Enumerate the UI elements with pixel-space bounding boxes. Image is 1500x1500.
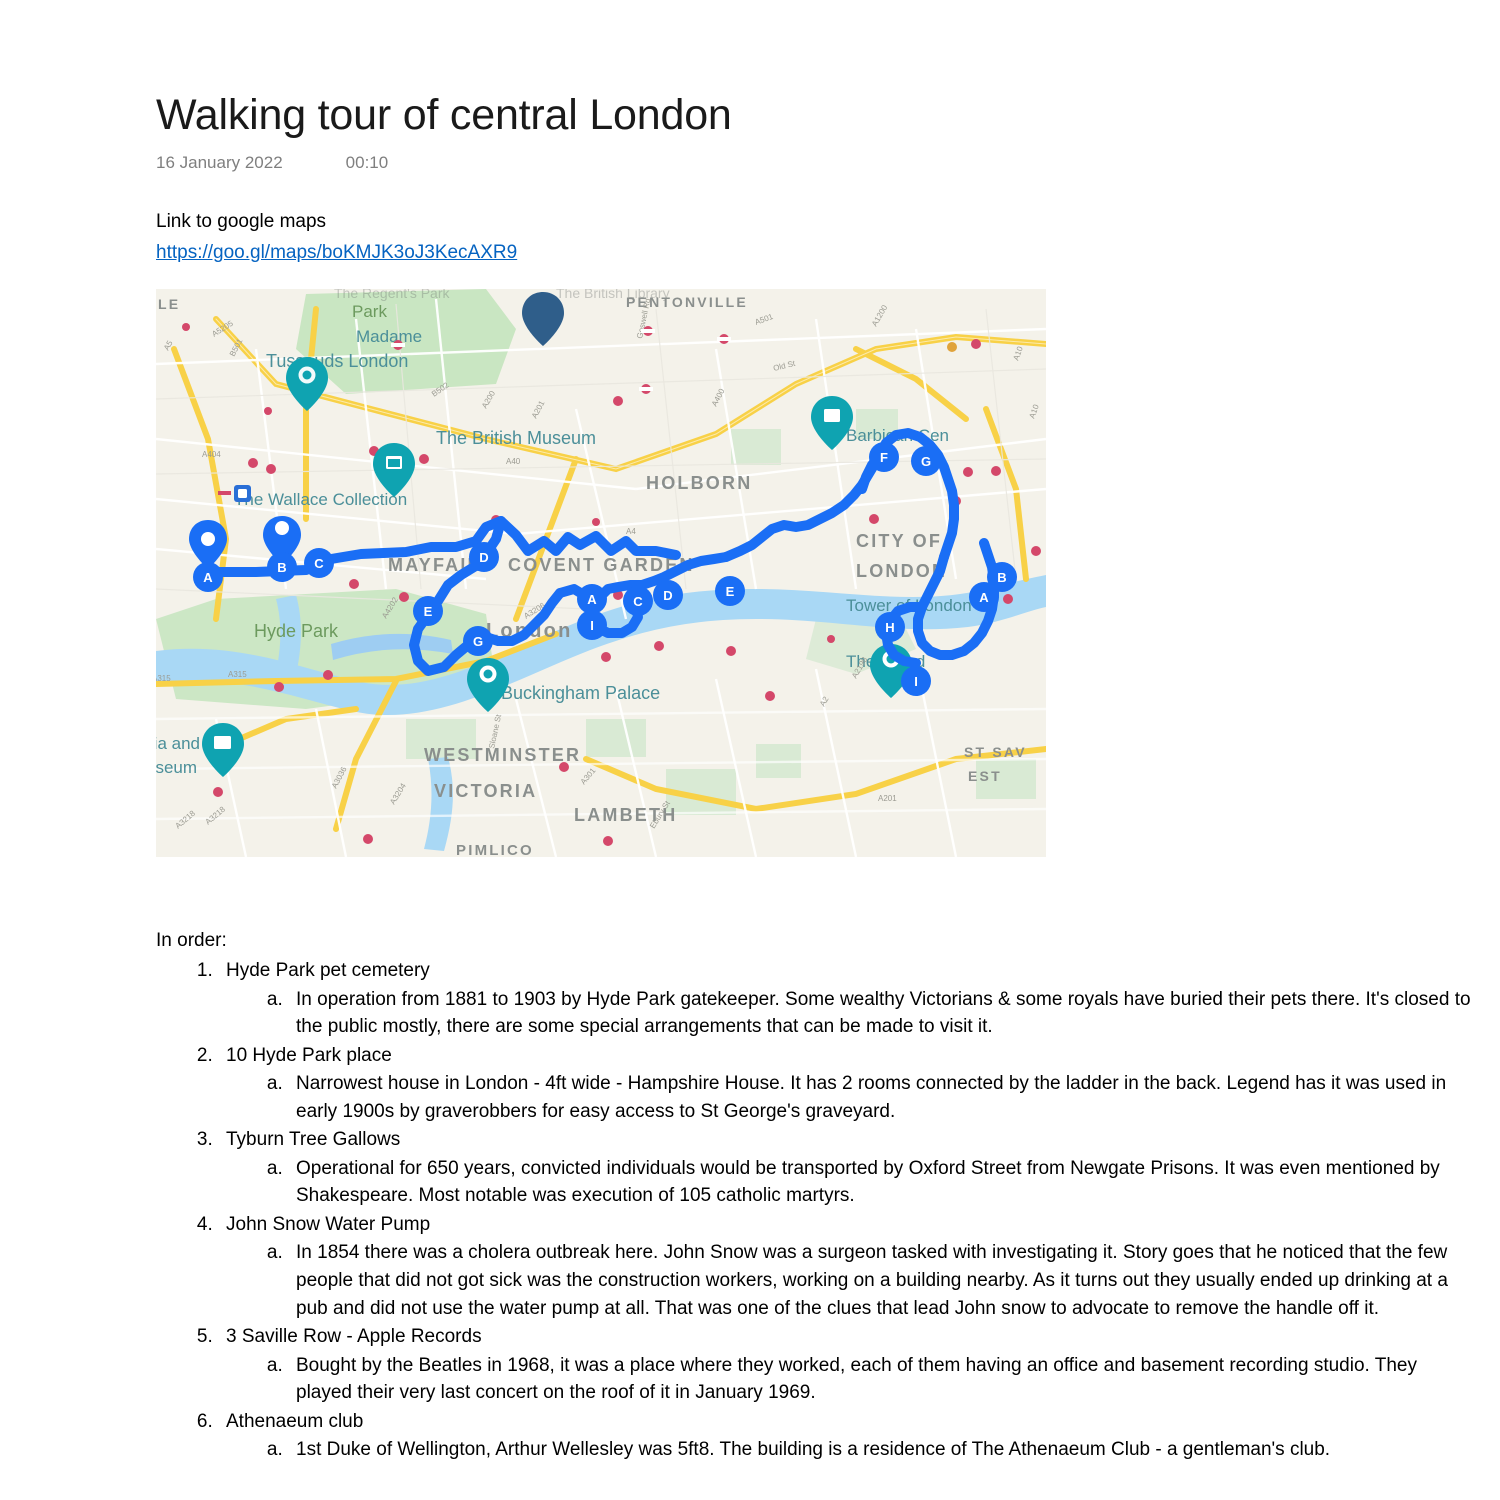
svg-text:Hyde Park: Hyde Park [254,621,339,641]
svg-text:useum: useum [156,758,197,777]
svg-text:E: E [726,584,735,599]
svg-text:CITY OF: CITY OF [856,531,942,551]
map-canvas: .lbl{font-family:"Liberation Sans",sans-… [156,289,1046,858]
svg-text:A: A [203,570,213,585]
svg-text:A404: A404 [202,450,221,459]
sub-list-item-text: Bought by the Beatles in 1968, it was a … [296,1354,1417,1404]
svg-text:A: A [587,592,597,607]
list-item-title: John Snow Water Pump [226,1213,431,1235]
sub-list-item: Bought by the Beatles in 1968, it was a … [288,1352,1476,1407]
svg-text:ria and: ria and [156,734,200,753]
svg-text:A315: A315 [156,674,171,683]
tour-list: Hyde Park pet cemetery In operation from… [156,957,1476,1464]
svg-text:H: H [885,620,894,635]
svg-text:I: I [590,618,594,633]
document-time: 00:10 [345,153,389,173]
map-image[interactable]: .lbl{font-family:"Liberation Sans",sans-… [156,289,1046,858]
svg-text:Buckingham Palace: Buckingham Palace [501,683,660,703]
svg-text:A4: A4 [626,527,636,536]
sub-list: Operational for 650 years, convicted ind… [226,1155,1476,1210]
document-page: Walking tour of central London 16 Januar… [0,0,1500,1500]
list-item: Tyburn Tree Gallows Operational for 650 … [218,1126,1476,1210]
sub-list-item: In operation from 1881 to 1903 by Hyde P… [288,986,1476,1041]
svg-text:EST: EST [968,768,1002,784]
svg-text:B: B [997,570,1006,585]
link-label: Link to google maps [156,211,327,233]
list-item: Athenaeum club 1st Duke of Wellington, A… [218,1408,1476,1464]
svg-text:A201: A201 [878,794,897,803]
list-item-title: Tyburn Tree Gallows [226,1129,401,1151]
sub-list: In 1854 there was a cholera outbreak her… [226,1239,1476,1322]
list-item: Hyde Park pet cemetery In operation from… [218,957,1476,1041]
svg-text:Tussauds London: Tussauds London [266,351,408,371]
sub-list: 1st Duke of Wellington, Arthur Wellesley… [226,1436,1476,1464]
svg-text:D: D [479,550,488,565]
svg-text:D: D [663,588,672,603]
svg-text:F: F [880,450,888,465]
list-item-title: 10 Hyde Park place [226,1044,392,1066]
svg-text:E: E [424,604,433,619]
svg-text:PIMLICO: PIMLICO [456,842,534,857]
svg-text:VICTORIA: VICTORIA [434,781,537,801]
sub-list-item-text: Operational for 650 years, convicted ind… [296,1157,1440,1207]
svg-text:C: C [633,594,643,609]
list-item-title: Athenaeum club [226,1410,364,1432]
list-item-title: Hyde Park pet cemetery [226,959,430,981]
sub-list: Narrowest house in London - 4ft wide - H… [226,1070,1476,1125]
sub-list-item: Narrowest house in London - 4ft wide - H… [288,1070,1476,1125]
svg-text:G: G [921,454,931,469]
sub-list: Bought by the Beatles in 1968, it was a … [226,1352,1476,1407]
list-intro: In order: [156,930,227,952]
sub-list: In operation from 1881 to 1903 by Hyde P… [226,986,1476,1041]
list-item-title: 3 Saville Row - Apple Records [226,1326,482,1348]
svg-text:Park: Park [352,302,387,321]
sub-list-item: 1st Duke of Wellington, Arthur Wellesley… [288,1436,1476,1464]
svg-text:G: G [473,634,483,649]
document-meta: 16 January 2022 00:10 [156,153,1476,173]
page-title: Walking tour of central London [156,91,732,139]
list-item: 10 Hyde Park place Narrowest house in Lo… [218,1042,1476,1126]
sub-list-item: In 1854 there was a cholera outbreak her… [288,1239,1476,1322]
list-item: 3 Saville Row - Apple Records Bought by … [218,1323,1476,1407]
svg-text:B: B [277,560,286,575]
document-date: 16 January 2022 [156,153,283,173]
svg-text:A315: A315 [228,670,247,679]
svg-text:HOLBORN: HOLBORN [646,473,752,493]
document-content: Walking tour of central London 16 Januar… [156,0,1476,1464]
svg-text:ST SAV: ST SAV [964,744,1027,760]
svg-text:The Wallace Collection: The Wallace Collection [234,490,407,509]
svg-text:I: I [914,674,918,689]
sub-list-item: Operational for 650 years, convicted ind… [288,1155,1476,1210]
svg-text:LE: LE [158,296,180,312]
svg-text:The British Museum: The British Museum [436,428,596,448]
svg-text:The Regent's Park: The Regent's Park [334,289,451,301]
svg-text:Madame: Madame [356,327,422,346]
list-item: John Snow Water Pump In 1854 there was a… [218,1211,1476,1322]
sub-list-item-text: In 1854 there was a cholera outbreak her… [296,1242,1448,1319]
sub-list-item-text: Narrowest house in London - 4ft wide - H… [296,1073,1447,1122]
sub-list-item-text: 1st Duke of Wellington, Arthur Wellesley… [296,1439,1331,1461]
svg-text:C: C [314,556,324,571]
svg-text:WESTMINSTER: WESTMINSTER [424,745,581,765]
sub-list-item-text: In operation from 1881 to 1903 by Hyde P… [296,988,1471,1038]
svg-text:A40: A40 [506,457,521,466]
google-maps-link[interactable]: https://goo.gl/maps/boKMJK3oJ3KecAXR9 [156,240,517,266]
svg-text:A: A [979,590,989,605]
